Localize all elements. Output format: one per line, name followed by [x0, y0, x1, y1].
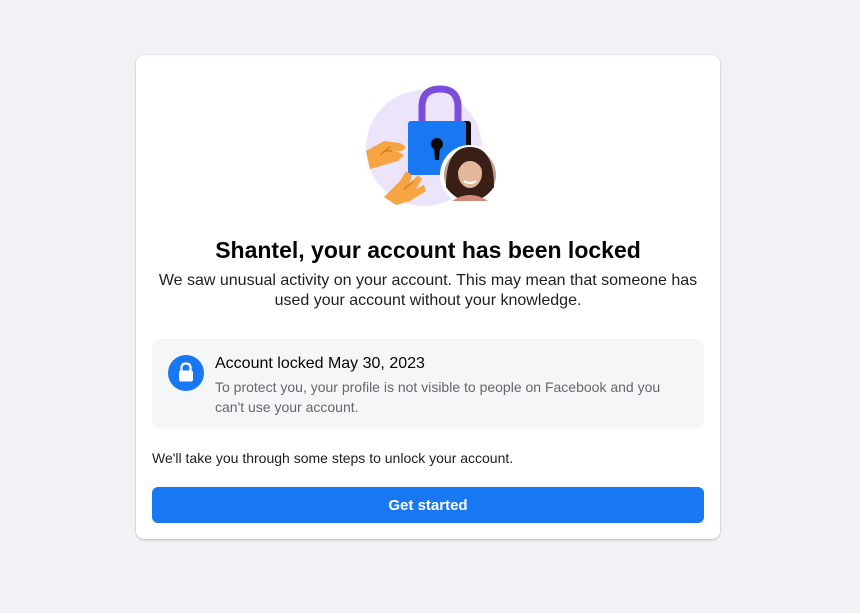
lock-notice-card: Shantel, your account has been locked We… [136, 55, 720, 539]
locked-account-illustration [366, 85, 500, 206]
unlock-steps-text: We'll take you through some steps to unl… [152, 450, 514, 466]
page-title: Shantel, your account has been locked [215, 237, 641, 263]
profile-avatar [440, 145, 500, 205]
lock-icon [168, 355, 204, 391]
get-started-button[interactable]: Get started [152, 487, 704, 523]
account-locked-notice: Account locked May 30, 2023 To protect y… [152, 339, 704, 428]
page-subtitle: We saw unusual activity on your account.… [158, 272, 698, 309]
notice-title: Account locked May 30, 2023 [215, 355, 425, 372]
notice-body: To protect you, your profile is not visi… [215, 379, 661, 415]
